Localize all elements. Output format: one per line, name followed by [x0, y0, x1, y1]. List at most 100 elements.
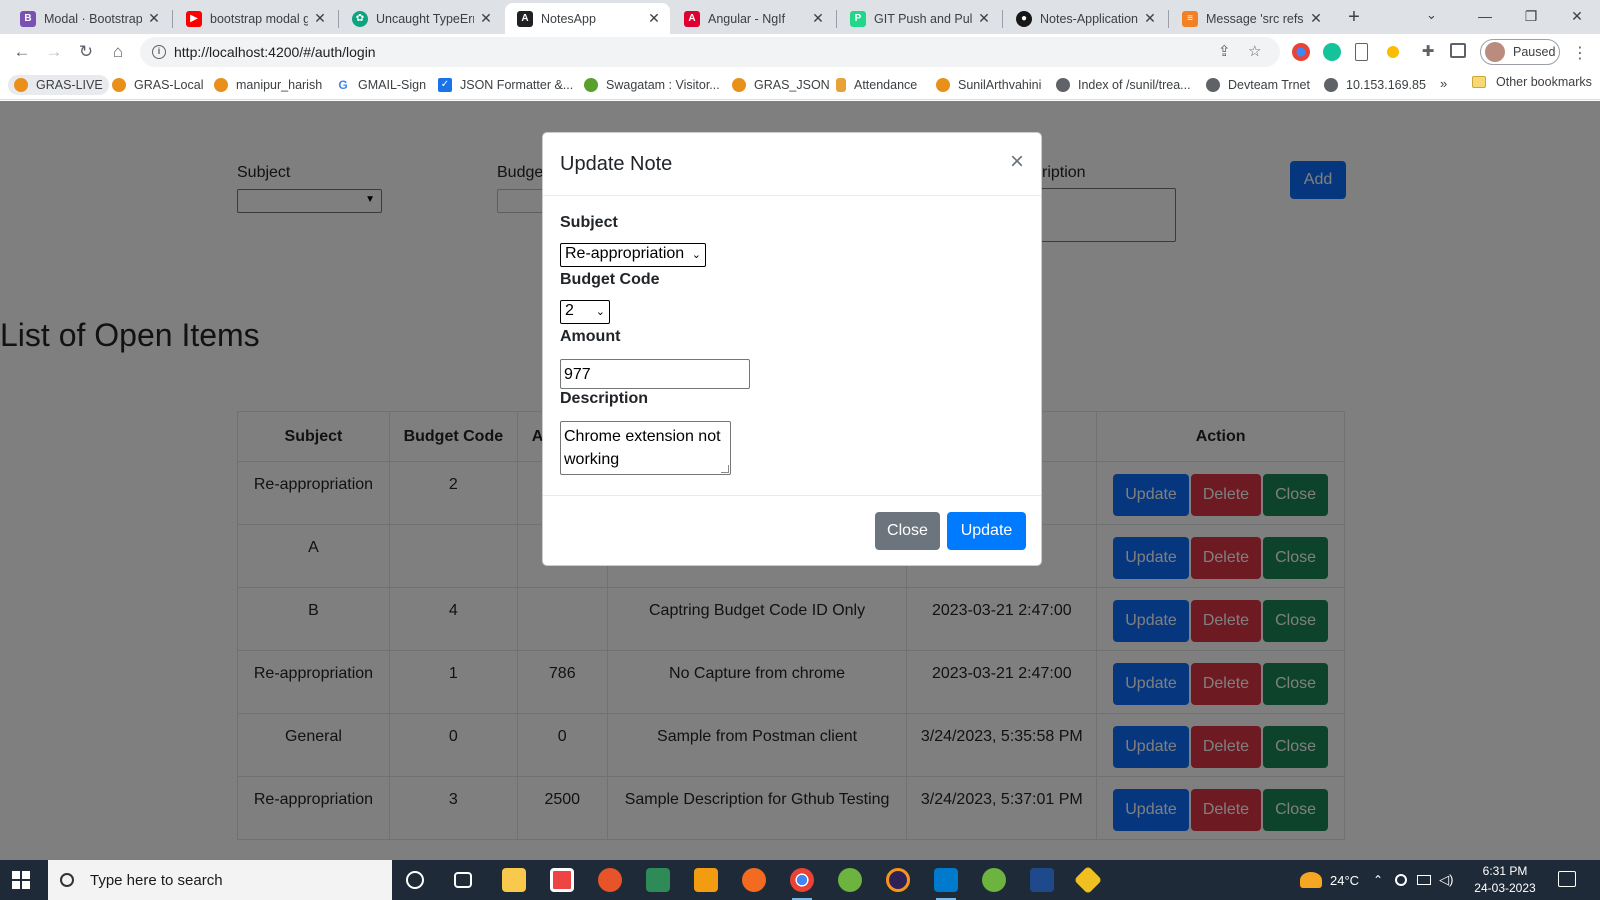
chrome-icon[interactable] — [790, 868, 814, 900]
bookmark-sunil-arthvahini[interactable]: SunilArthvahini — [936, 75, 1041, 95]
sublime-text-icon[interactable] — [694, 868, 718, 892]
close-icon[interactable]: ✕ — [146, 10, 162, 27]
chevron-up-icon[interactable]: ⌃ — [1373, 873, 1383, 887]
reload-icon[interactable]: ↻ — [74, 40, 98, 64]
vscode-icon[interactable] — [934, 868, 958, 900]
more-menu-icon[interactable]: ⋮ — [1572, 43, 1588, 63]
bookmark-gras-live[interactable]: GRAS-LIVE — [8, 75, 109, 95]
share-icon[interactable]: ⇪ — [1218, 42, 1231, 60]
bookmark-label: Index of /sunil/trea... — [1078, 78, 1191, 92]
description-textarea-value: Chrome extension not working — [564, 428, 721, 468]
close-icon[interactable]: ✕ — [1142, 10, 1158, 27]
address-bar[interactable]: i http://localhost:4200/#/auth/login ⇪ ☆ — [140, 37, 1280, 67]
bookmark-favicon-icon — [584, 78, 598, 92]
amount-input[interactable]: 977 — [560, 359, 750, 389]
tab-stackoverflow[interactable]: ≡ Message 'src refsp ✕ — [1170, 3, 1332, 34]
spring-tool-icon[interactable] — [838, 868, 862, 892]
grammarly-icon[interactable] — [1323, 43, 1341, 61]
clock-time: 6:31 PM — [1482, 864, 1528, 878]
window-close-icon[interactable]: ✕ — [1554, 4, 1600, 28]
url-text[interactable]: http://localhost:4200/#/auth/login — [174, 44, 376, 60]
eclipse-icon[interactable] — [886, 868, 910, 892]
side-panel-icon[interactable] — [1450, 43, 1466, 58]
bookmarks-overflow-button[interactable]: » — [1440, 76, 1447, 91]
resize-handle-icon[interactable] — [721, 465, 729, 473]
bookmark-gmail-sign[interactable]: G GMAIL-Sign — [336, 75, 426, 95]
document-extension-icon[interactable] — [1355, 43, 1368, 61]
bookmark-star-icon[interactable]: ☆ — [1248, 42, 1261, 60]
update-button[interactable]: Update — [947, 512, 1026, 550]
home-icon[interactable]: ⌂ — [106, 40, 130, 64]
tab-chatgpt[interactable]: ✿ Uncaught TypeErro ✕ — [340, 3, 502, 34]
app-icon[interactable] — [1030, 868, 1054, 892]
globe-icon — [1324, 78, 1338, 92]
task-view-icon[interactable] — [454, 872, 472, 888]
location-icon[interactable] — [1395, 874, 1408, 886]
temperature-text[interactable]: 24°C — [1330, 873, 1359, 888]
minimize-icon[interactable]: — — [1462, 4, 1508, 28]
weather-icon[interactable] — [1300, 872, 1322, 888]
notification-icon[interactable] — [1558, 871, 1576, 887]
close-icon[interactable]: ✕ — [976, 10, 992, 27]
spreadsheet-app-icon[interactable] — [646, 868, 670, 892]
bookmark-json-formatter[interactable]: ✓ JSON Formatter &... — [438, 75, 573, 95]
bookmark-favicon-icon — [732, 78, 746, 92]
bookmark-index-of-sunil[interactable]: Index of /sunil/trea... — [1056, 75, 1191, 95]
file-explorer-icon[interactable] — [502, 868, 526, 892]
volume-icon[interactable]: ◁) — [1439, 872, 1453, 888]
bookmark-label: Attendance — [854, 78, 918, 92]
tab-notesapp[interactable]: A NotesApp ✕ — [505, 3, 670, 34]
close-icon[interactable]: ✕ — [810, 10, 826, 27]
forward-arrow-icon[interactable]: → — [42, 40, 66, 64]
bookmark-manipur-harish[interactable]: manipur_harish — [214, 75, 322, 95]
github-icon: ● — [1016, 10, 1032, 27]
cortana-icon[interactable] — [406, 871, 424, 889]
clock[interactable]: 6:31 PM 24-03-2023 — [1470, 863, 1540, 897]
bookmark-attendance[interactable]: Attendance — [836, 75, 917, 95]
bookmark-gras-json[interactable]: GRAS_JSON — [732, 75, 830, 95]
close-button[interactable]: Close — [875, 512, 940, 550]
windows-taskbar: Type here to search 24°C ⌃ ◁) 6:31 PM 24… — [0, 860, 1600, 900]
close-icon[interactable]: ✕ — [478, 10, 494, 27]
bookmark-devteam-trnet[interactable]: Devteam Trnet — [1206, 75, 1310, 95]
chrome-extension-icon[interactable] — [1292, 43, 1310, 61]
close-icon[interactable]: ✕ — [1308, 10, 1324, 27]
chatgpt-icon: ✿ — [352, 10, 368, 27]
extension-icon[interactable] — [1387, 46, 1399, 58]
new-tab-plus-icon[interactable]: + — [1342, 6, 1366, 30]
bookmark-favicon-icon — [936, 78, 950, 92]
bookmark-label: Devteam Trnet — [1228, 78, 1310, 92]
tab-angular-ngif[interactable]: A Angular - NgIf ✕ — [672, 3, 834, 34]
description-textarea[interactable]: Chrome extension not working — [560, 421, 731, 475]
app-icon[interactable] — [1073, 865, 1103, 895]
bookmark-ip-address[interactable]: 10.153.169.85 — [1324, 75, 1426, 95]
other-bookmarks-folder[interactable]: Other bookmarks — [1472, 75, 1592, 89]
tab-search-chevron-down-icon[interactable]: ⌄ — [1426, 7, 1437, 23]
postman-icon[interactable] — [742, 868, 766, 892]
tab-bootstrap-modal[interactable]: B Modal · Bootstrap ✕ — [8, 3, 170, 34]
puzzle-extensions-icon[interactable]: ✚ — [1416, 40, 1440, 64]
back-arrow-icon[interactable]: ← — [10, 40, 34, 64]
tab-git-push[interactable]: P GIT Push and Pull T ✕ — [838, 3, 1000, 34]
profile-button[interactable]: Paused — [1480, 39, 1560, 65]
tab-youtube[interactable]: ▶ bootstrap modal g ✕ — [174, 3, 336, 34]
tab-title: NotesApp — [541, 11, 596, 26]
windows-start-icon[interactable] — [12, 871, 30, 889]
modal-close-icon[interactable]: × — [1010, 150, 1024, 174]
close-icon[interactable]: ✕ — [312, 10, 328, 27]
subject-select[interactable]: Re-appropriation ⌄ — [560, 243, 706, 267]
budget-code-select[interactable]: 2 ⌄ — [560, 300, 610, 324]
bookmark-label: 10.153.169.85 — [1346, 78, 1426, 92]
network-icon[interactable] — [1417, 875, 1432, 885]
angular-icon: A — [684, 10, 700, 27]
snip-app-icon[interactable] — [550, 868, 574, 892]
close-icon[interactable]: ✕ — [646, 10, 662, 27]
restore-icon[interactable]: ❐ — [1508, 4, 1554, 28]
tab-github[interactable]: ● Notes-Application- ✕ — [1004, 3, 1166, 34]
site-info-icon[interactable]: i — [152, 45, 166, 59]
app-icon[interactable] — [598, 868, 622, 892]
spring-tool-icon[interactable] — [982, 868, 1006, 892]
bookmark-swagatam[interactable]: Swagatam : Visitor... — [584, 75, 720, 95]
taskbar-search-box[interactable]: Type here to search — [48, 860, 392, 900]
bookmark-gras-local[interactable]: GRAS-Local — [112, 75, 203, 95]
